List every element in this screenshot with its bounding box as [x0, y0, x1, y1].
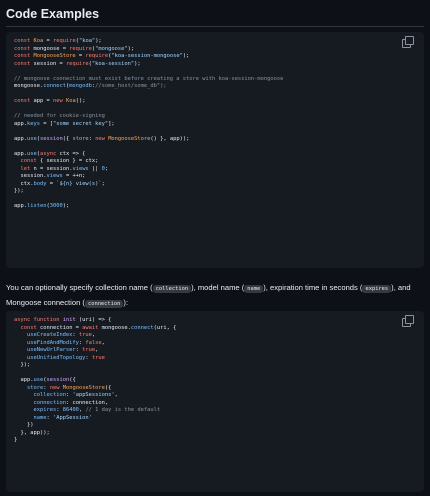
options-paragraph: You can optionally specify collection na… [6, 281, 426, 311]
code-content: async function init (uri) => { const con… [14, 317, 177, 443]
section-heading: Code Examples [6, 7, 100, 21]
paragraph-text: ), model name ( [191, 283, 245, 292]
code-block-basic: const Koa = require("koa"); const mongoo… [6, 32, 424, 268]
paragraph-text: You can optionally specify collection na… [6, 283, 153, 292]
paragraph-text: ): [123, 298, 129, 307]
page: Code Examples const Koa = require("koa")… [0, 0, 430, 496]
copy-icon[interactable] [402, 36, 414, 48]
paragraph-text: ), expiration time in seconds ( [263, 283, 363, 292]
code-content: const Koa = require("koa"); const mongoo… [14, 38, 284, 209]
heading-divider [6, 26, 424, 27]
inline-code-name: name [244, 285, 264, 293]
inline-code-connection: connection [84, 300, 124, 308]
code-block-options: async function init (uri) => { const con… [6, 311, 424, 492]
inline-code-collection: collection [152, 285, 192, 293]
inline-code-expires: expires [362, 285, 392, 293]
copy-icon[interactable] [402, 315, 414, 327]
